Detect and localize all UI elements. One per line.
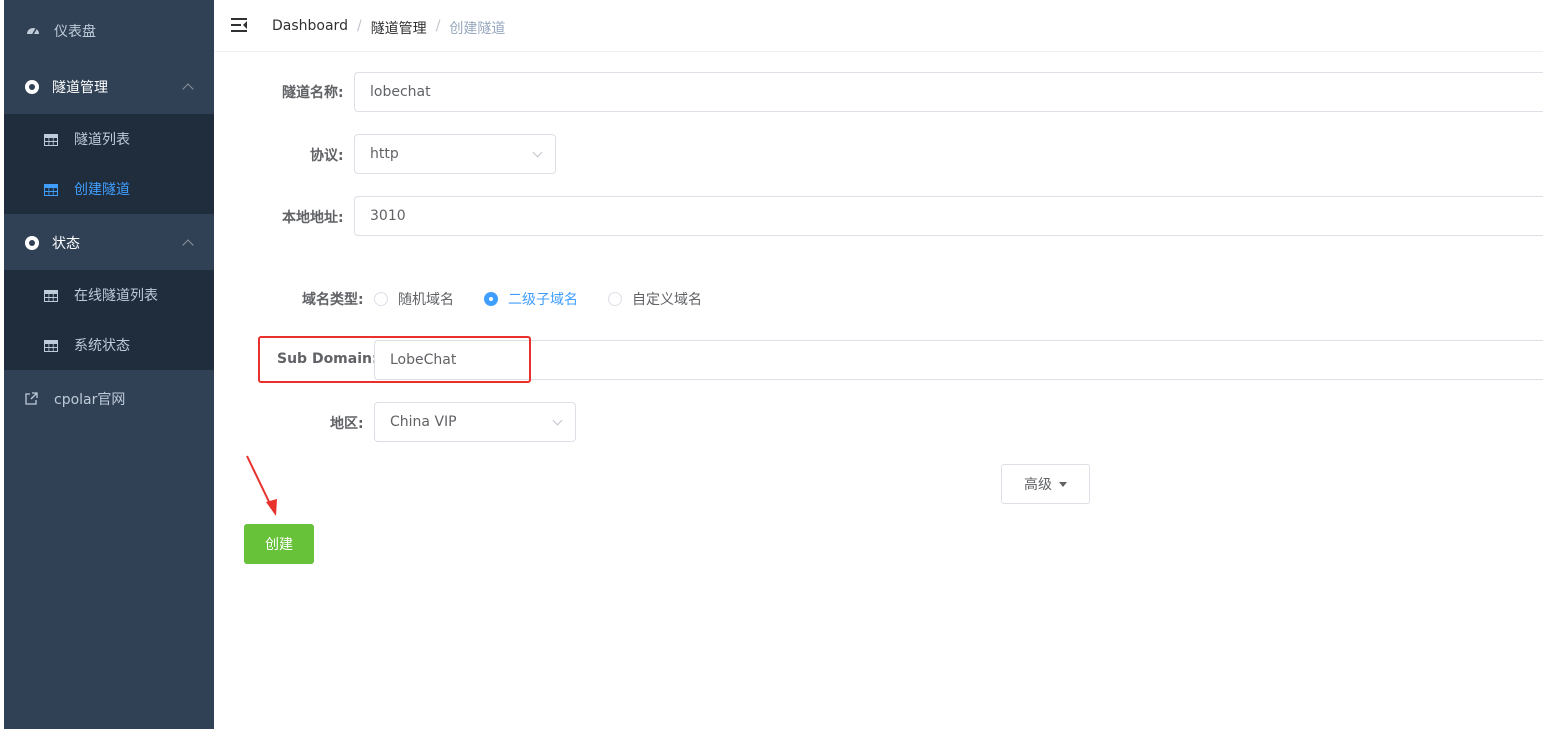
tunnel-name-label: 隧道名称: <box>282 85 344 101</box>
app-root: 仪表盘 隧道管理 隧道列表 创建隧道 状态 在线隧道列表 系统状态 cpolar… <box>0 0 1543 729</box>
sidebar-item-online-tunnels[interactable]: 在线隧道列表 <box>4 280 214 310</box>
sidebar-item-label: 状态 <box>52 236 80 252</box>
sidebar-item-label: 仪表盘 <box>54 24 96 40</box>
breadcrumb-separator: / <box>356 18 362 34</box>
radio-circle <box>608 292 622 306</box>
local-address-label: 本地地址: <box>282 210 344 226</box>
circle-icon <box>25 236 39 250</box>
region-select[interactable]: China VIP <box>374 402 576 442</box>
local-address-value: 3010 <box>370 208 406 224</box>
radio-random-domain[interactable]: 随机域名 <box>374 289 454 309</box>
sidebar-item-label: 系统状态 <box>74 338 130 354</box>
radio-circle <box>374 292 388 306</box>
chevron-down-icon <box>532 147 543 158</box>
submenu-tunnels: 隧道列表 创建隧道 <box>4 114 214 214</box>
sidebar-item-dashboard[interactable]: 仪表盘 <box>4 16 214 46</box>
sidebar-item-label: 隧道管理 <box>52 80 108 96</box>
breadcrumb-create-tunnel: 创建隧道 <box>449 21 506 37</box>
sidebar-item-create-tunnel[interactable]: 创建隧道 <box>4 174 214 204</box>
sidebar: 仪表盘 隧道管理 隧道列表 创建隧道 状态 在线隧道列表 系统状态 cpolar… <box>4 0 214 729</box>
sidebar-item-tunnel-list[interactable]: 隧道列表 <box>4 124 214 154</box>
table-icon <box>44 184 58 196</box>
chevron-up-icon <box>182 83 194 95</box>
circle-icon <box>25 80 39 94</box>
protocol-select[interactable]: http <box>354 134 556 174</box>
create-label: 创建 <box>265 537 293 553</box>
table-icon <box>44 290 58 302</box>
red-arrow-annotation <box>246 455 277 516</box>
region-label: 地区: <box>330 416 364 432</box>
breadcrumb-separator: / <box>435 18 441 34</box>
radio-circle <box>484 292 498 306</box>
sidebar-item-label: cpolar官网 <box>54 392 126 408</box>
sidebar-item-label: 创建隧道 <box>74 182 130 198</box>
tunnel-name-input[interactable]: lobechat <box>354 72 1543 112</box>
submenu-status: 在线隧道列表 系统状态 <box>4 270 214 370</box>
local-address-input[interactable]: 3010 <box>354 196 1543 236</box>
sidebar-item-status[interactable]: 状态 <box>4 228 214 258</box>
breadcrumb: Dashboard / 隧道管理 / 创建隧道 <box>272 18 505 38</box>
sidebar-item-cpolar-website[interactable]: cpolar官网 <box>4 384 214 414</box>
advanced-button[interactable]: 高级 <box>1001 464 1090 504</box>
sidebar-item-system-status[interactable]: 系统状态 <box>4 330 214 360</box>
top-navbar: Dashboard / 隧道管理 / 创建隧道 <box>214 0 1543 52</box>
radio-label: 随机域名 <box>398 292 454 308</box>
table-icon <box>44 134 58 146</box>
radio-label: 二级子域名 <box>508 292 578 308</box>
protocol-value: http <box>370 146 399 162</box>
dashboard-icon <box>27 28 39 35</box>
create-button[interactable]: 创建 <box>244 524 314 564</box>
hamburger-icon[interactable] <box>231 18 247 32</box>
table-icon <box>44 340 58 352</box>
domain-type-label: 域名类型: <box>302 292 364 308</box>
chevron-down-icon <box>552 415 563 426</box>
radio-custom-domain[interactable]: 自定义域名 <box>608 289 702 309</box>
caret-down-icon <box>1059 481 1067 487</box>
protocol-label: 协议: <box>310 148 344 164</box>
breadcrumb-dashboard[interactable]: Dashboard <box>272 18 348 38</box>
sub-domain-highlight <box>258 336 531 383</box>
sidebar-item-label: 隧道列表 <box>74 132 130 148</box>
sidebar-item-label: 在线隧道列表 <box>74 288 158 304</box>
radio-subdomain[interactable]: 二级子域名 <box>484 289 578 309</box>
tunnel-name-value: lobechat <box>370 84 431 100</box>
chevron-up-icon <box>182 239 194 251</box>
sidebar-item-tunnel-management[interactable]: 隧道管理 <box>4 72 214 102</box>
external-link-icon <box>25 392 38 405</box>
breadcrumb-tunnel-management[interactable]: 隧道管理 <box>371 18 427 38</box>
domain-type-radio-group: 随机域名 二级子域名 自定义域名 <box>374 289 732 309</box>
sub-domain-input[interactable]: LobeChat <box>374 340 1543 380</box>
advanced-label: 高级 <box>1024 477 1052 493</box>
region-value: China VIP <box>390 414 457 430</box>
radio-label: 自定义域名 <box>632 292 702 308</box>
